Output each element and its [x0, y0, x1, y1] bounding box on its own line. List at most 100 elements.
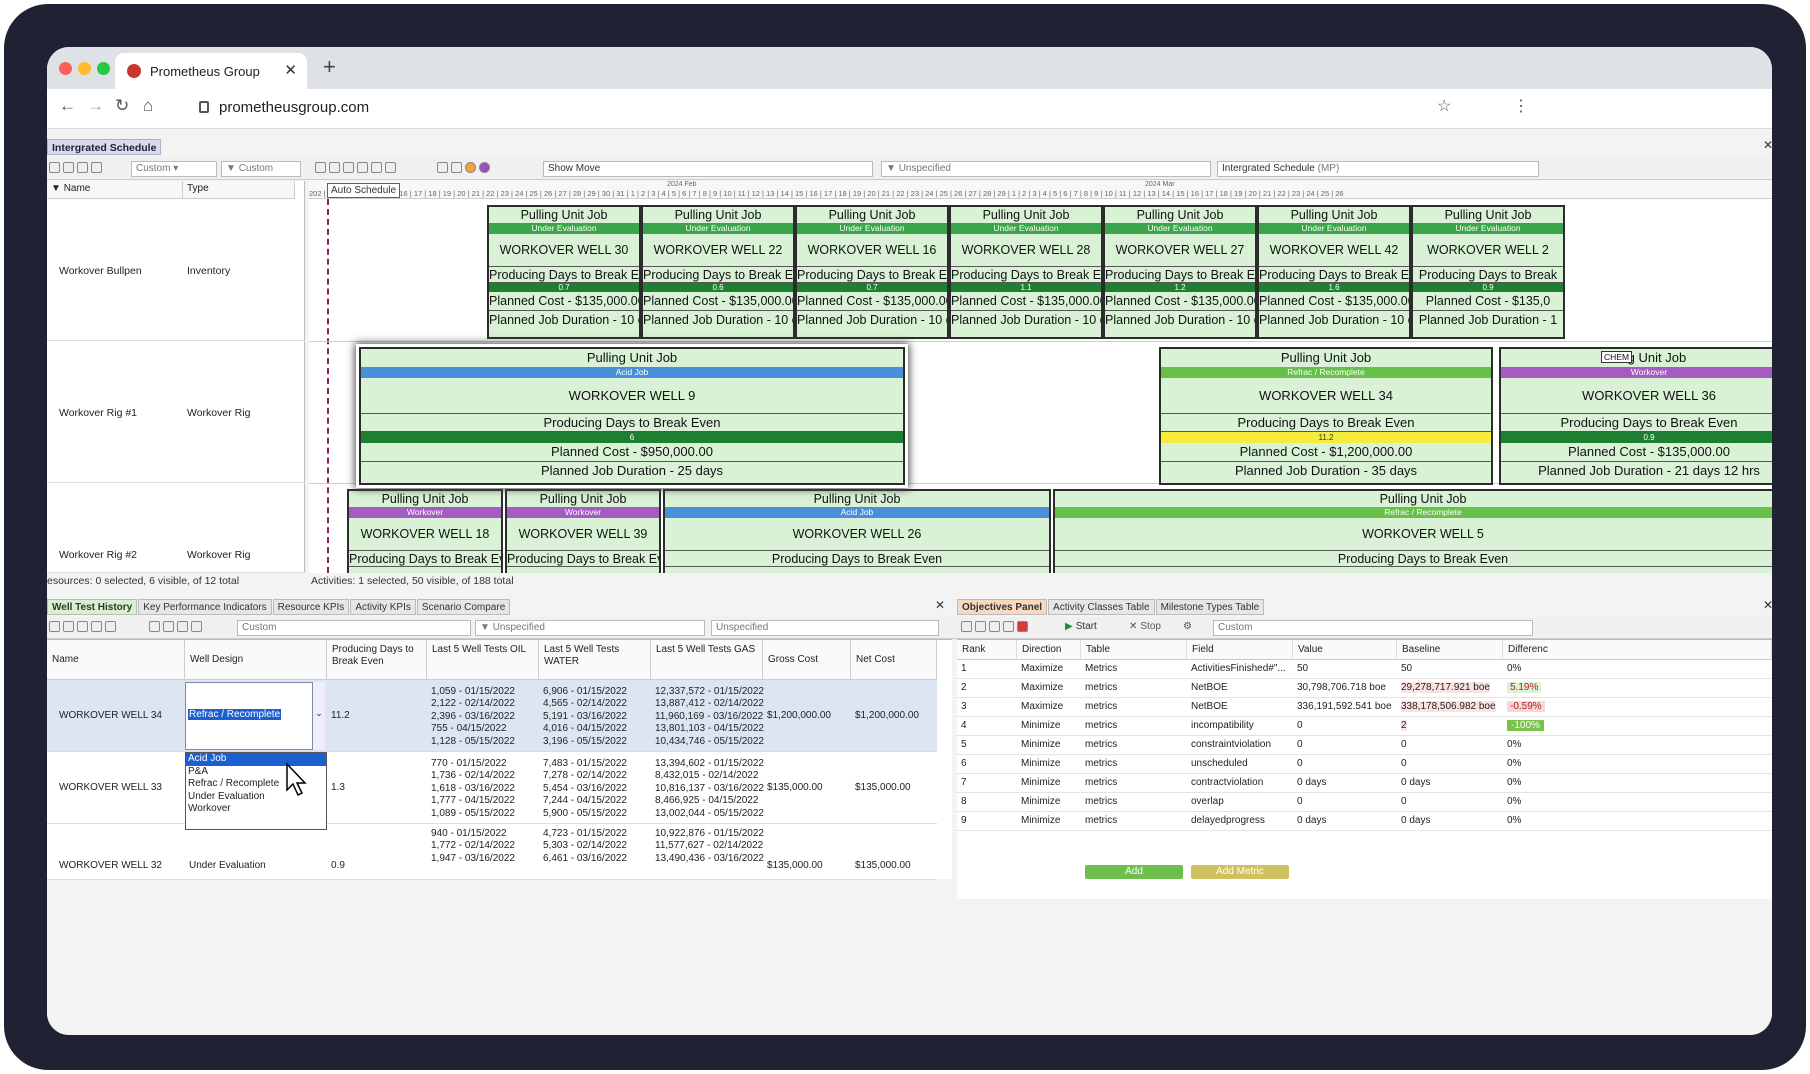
col-table[interactable]: Table [1081, 640, 1187, 660]
job-card[interactable]: Pulling Unit Job Under Evaluation WORKOVER… [949, 205, 1103, 339]
objective-field: ActivitiesFinished#"... [1191, 663, 1286, 674]
add-metric-button[interactable]: Add Metric [1191, 865, 1289, 879]
job-card[interactable]: Pulling Unit Job Refrac / Recomplete WORKO… [1053, 489, 1772, 573]
job-card[interactable]: Pulling Unit Job Under Evaluation WORKOVER… [487, 205, 641, 339]
col-field[interactable]: Field [1187, 640, 1293, 660]
job-card[interactable]: Pulling Unit Job Acid Job WORKOVER WELL 26… [663, 489, 1051, 573]
filter-custom-combo[interactable]: ▼ Custom [221, 161, 301, 177]
col-oil[interactable]: Last 5 Well Tests OIL [427, 640, 539, 680]
reload-icon[interactable]: ↻ [115, 96, 129, 116]
well-design-select[interactable]: Refrac / Recomplete [185, 682, 325, 750]
zoom-tools[interactable] [315, 162, 396, 173]
table-row[interactable]: 6 Minimize metrics unscheduled 0 0 0% [957, 755, 1772, 774]
close-document-icon[interactable]: ✕ [1763, 138, 1772, 152]
bookmark-star-icon[interactable]: ☆ [1437, 96, 1451, 116]
table-row[interactable]: WORKOVER WELL 34 11.2 1,059 - 01/15/2022… [47, 680, 937, 752]
resource-row[interactable]: Workover Bullpen Inventory [47, 199, 305, 341]
col-well-design[interactable]: Well Design [185, 640, 327, 680]
bl-unspecified-combo[interactable]: ▼ Unspecified [475, 620, 705, 636]
browser-menu-icon[interactable]: ⋮ [1513, 96, 1529, 116]
table-row[interactable]: 8 Minimize metrics overlap 0 0 0% [957, 793, 1772, 812]
back-icon[interactable]: ← [59, 96, 76, 116]
table-row[interactable]: 1 Maximize Metrics ActivitiesFinished#"... 5… [957, 660, 1772, 679]
home-icon[interactable]: ⌂ [143, 96, 153, 116]
table-row[interactable]: 3 Maximize metrics NetBOE 336,191,592.541 bo… [957, 698, 1772, 717]
url-field[interactable]: prometheusgroup.com [219, 99, 369, 116]
col-direction[interactable]: Direction [1017, 640, 1081, 660]
job-card[interactable]: Pulling Unit Job Under Evaluation WORKOVER… [1103, 205, 1257, 339]
show-move-combo[interactable]: Show Move [543, 161, 873, 177]
job-card[interactable]: Pulling Unit Job Workover WORKOVER WELL 18… [347, 489, 503, 573]
table-row[interactable]: 7 Minimize metrics contractviolation 0 days 0… [957, 774, 1772, 793]
close-tab-icon[interactable]: ✕ [284, 61, 297, 79]
palette-tools[interactable] [437, 162, 490, 173]
settings-icon[interactable]: ⚙ [1183, 621, 1192, 632]
table-row[interactable]: 4 Minimize metrics incompatibility 0 2 -100% [957, 717, 1772, 736]
maximize-window-button[interactable] [97, 62, 110, 75]
new-tab-button[interactable]: + [323, 54, 336, 80]
gantt-chart[interactable]: 2024 Feb 2024 Mar 202 | 11 | 12 | 13 | 1… [309, 181, 1772, 573]
br-custom-combo[interactable]: Custom [1213, 620, 1533, 636]
close-bottom-left-icon[interactable]: ✕ [935, 598, 945, 612]
tab-activity-classes-table[interactable]: Activity Classes Table [1048, 599, 1155, 615]
table-action-icons[interactable] [49, 621, 116, 632]
add-button[interactable]: Add [1085, 865, 1183, 879]
auto-schedule-marker[interactable]: Auto Schedule [327, 183, 401, 198]
stop-button[interactable]: ✕ Stop [1129, 621, 1161, 632]
well-design-value: Under Evaluation [189, 860, 266, 871]
col-value[interactable]: Value [1293, 640, 1397, 660]
tab-milestone-types-table[interactable]: Milestone Types Table [1155, 599, 1265, 615]
table-row[interactable]: 5 Minimize metrics constraintviolation 0 0 0% [957, 736, 1772, 755]
toolbar-action-icons[interactable] [49, 162, 102, 173]
job-card[interactable]: Pulling Unit Job Under Evaluation WORKOVER… [1411, 205, 1565, 339]
job-card[interactable]: Pulling Unit Job Refrac / Recomplete WORKO… [1159, 347, 1493, 485]
col-baseline[interactable]: Baseline [1397, 640, 1503, 660]
tab-resource-kpis[interactable]: Resource KPIs [272, 599, 350, 615]
col-net-cost[interactable]: Net Cost [851, 640, 937, 680]
bl-unspecified2-combo[interactable]: Unspecified [711, 620, 939, 636]
table-row[interactable]: 2 Maximize metrics NetBOE 30,798,706.718 boe… [957, 679, 1772, 698]
col-water[interactable]: Last 5 Well Tests WATER [539, 640, 651, 680]
tab-scenario-compare[interactable]: Scenario Compare [416, 599, 511, 615]
metric-value: 0.9 [1501, 432, 1772, 443]
bl-custom-combo[interactable]: Custom [237, 620, 471, 636]
unspecified-filter-combo[interactable]: ▼ Unspecified [881, 161, 1211, 177]
job-card[interactable]: lling Unit Job Workover WORKOVER WELL 36 Pr… [1499, 347, 1772, 485]
start-button[interactable]: ▶ Start [1065, 621, 1097, 632]
resource-row[interactable]: Workover Rig #2 Workover Rig [47, 483, 305, 573]
col-gas[interactable]: Last 5 Well Tests GAS [651, 640, 763, 680]
tab-key-performance-indicators[interactable]: Key Performance Indicators [138, 599, 272, 615]
forward-icon[interactable]: → [87, 96, 104, 116]
tab-objectives-panel[interactable]: Objectives Panel [957, 599, 1048, 615]
table-row[interactable]: WORKOVER WELL 33 1.3 770 - 01/15/2022 1,7… [47, 752, 937, 824]
document-tab[interactable]: Intergrated Schedule [47, 139, 162, 155]
col-gross-cost[interactable]: Gross Cost [763, 640, 851, 680]
chem-tag: CHEM [1601, 351, 1633, 363]
job-card[interactable]: Pulling Unit Job Under Evaluation WORKOVER… [795, 205, 949, 339]
schedule-select-combo[interactable]: Intergrated Schedule (MP) [1217, 161, 1539, 177]
objective-action-icons[interactable] [961, 621, 1028, 632]
tab-well-test-history[interactable]: Well Test History [47, 599, 138, 615]
name-column-header[interactable]: ▼ Name [47, 181, 183, 199]
table-tool-icons[interactable] [149, 621, 202, 632]
dropdown-option[interactable]: Workover [186, 803, 326, 816]
col-difference[interactable]: Differenc [1503, 640, 1772, 660]
type-column-header[interactable]: Type [183, 181, 295, 199]
resource-row[interactable]: Workover Rig #1 Workover Rig [47, 341, 305, 483]
col-rank[interactable]: Rank [957, 640, 1017, 660]
browser-tab[interactable]: Prometheus Group ✕ [115, 53, 307, 89]
job-card[interactable]: Pulling Unit Job Acid Job WORKOVER WELL 9P… [359, 347, 905, 485]
job-card[interactable]: Pulling Unit Job Under Evaluation WORKOVER… [641, 205, 795, 339]
job-card[interactable]: Pulling Unit Job Under Evaluation WORKOVER… [1257, 205, 1411, 339]
close-window-button[interactable] [59, 62, 72, 75]
view-custom-combo[interactable]: Custom ▾ [131, 161, 217, 177]
tab-activity-kpis[interactable]: Activity KPIs [350, 599, 416, 615]
table-row[interactable]: 9 Minimize metrics delayedprogress 0 days 0 d… [957, 812, 1772, 831]
job-card[interactable]: Pulling Unit Job Workover WORKOVER WELL 39… [505, 489, 661, 573]
minimize-window-button[interactable] [78, 62, 91, 75]
chevron-down-icon[interactable]: ⌄ [312, 682, 325, 750]
table-row[interactable]: WORKOVER WELL 32 Under Evaluation 0.9 94… [47, 824, 937, 880]
col-name[interactable]: Name [47, 640, 185, 680]
close-bottom-right-icon[interactable]: ✕ [1763, 598, 1772, 612]
col-days[interactable]: Producing Days to Break Even [327, 640, 427, 680]
